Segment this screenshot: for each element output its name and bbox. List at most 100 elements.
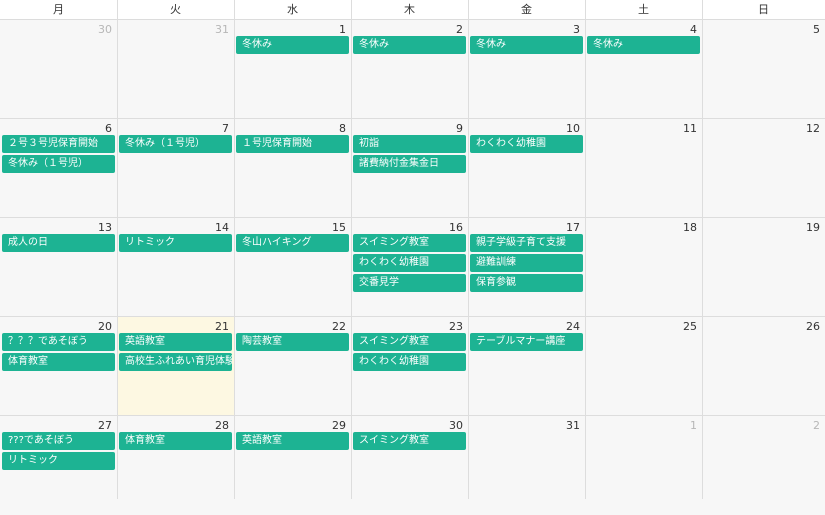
day-cell[interactable]: 27 ???であそぼう リトミック [0, 416, 117, 515]
calendar-event[interactable]: スイミング教室 [353, 333, 466, 351]
day-cell[interactable]: 1 [585, 416, 702, 515]
day-cell[interactable]: 17 親子学級子育て支援 避難訓練 保育参観 [468, 218, 585, 317]
day-number[interactable]: 12 [806, 122, 820, 135]
day-cell[interactable]: 23 スイミング教室 わくわく幼稚園 [351, 317, 468, 416]
day-number[interactable]: 30 [98, 23, 112, 36]
calendar-event[interactable]: ？？？であそぼう [2, 333, 115, 351]
day-cell[interactable]: 29 英語教室 [234, 416, 351, 515]
day-cell[interactable]: 16 スイミング教室 わくわく幼稚園 交番見学 [351, 218, 468, 317]
day-cell[interactable]: 9 初詣諸費納付金集金日 [351, 119, 468, 218]
day-cell[interactable]: 8 １号児保育開始 [234, 119, 351, 218]
day-cell[interactable]: 31 [468, 416, 585, 515]
day-number[interactable]: 15 [332, 221, 346, 234]
day-number[interactable]: 18 [683, 221, 697, 234]
calendar-event[interactable]: 高校生ふれあい育児体験 [119, 353, 232, 371]
calendar-event[interactable]: リトミック [2, 452, 115, 470]
day-number[interactable]: 20 [98, 320, 112, 333]
calendar-event[interactable]: 親子学級子育て支援 [470, 234, 583, 252]
day-number[interactable]: 11 [683, 122, 697, 135]
day-cell[interactable]: 21 英語教室高校生ふれあい育児体験 [117, 317, 234, 416]
day-number[interactable]: 8 [339, 122, 346, 135]
day-number[interactable]: 1 [690, 419, 697, 432]
calendar-event[interactable]: スイミング教室 [353, 432, 466, 450]
day-cell[interactable]: 24 テーブルマナー講座 [468, 317, 585, 416]
day-cell[interactable]: 11 [585, 119, 702, 218]
calendar-event[interactable]: 冬休み [236, 36, 349, 54]
calendar-event[interactable]: 冬山ハイキング [236, 234, 349, 252]
day-number[interactable]: 28 [215, 419, 229, 432]
day-number[interactable]: 22 [332, 320, 346, 333]
day-cell[interactable]: 14 リトミック [117, 218, 234, 317]
calendar-event[interactable]: 冬休み（１号児） [119, 135, 232, 153]
day-cell[interactable]: 1 冬休み [234, 20, 351, 119]
calendar-event[interactable]: 保育参観 [470, 274, 583, 292]
calendar-event[interactable]: 英語教室 [236, 432, 349, 450]
day-number[interactable]: 7 [222, 122, 229, 135]
day-number[interactable]: 25 [683, 320, 697, 333]
calendar-event[interactable]: スイミング教室 [353, 234, 466, 252]
calendar-event[interactable]: ２号３号児保育開始 [2, 135, 115, 153]
day-cell[interactable]: 12 [702, 119, 825, 218]
calendar-event[interactable]: わくわく幼稚園 [353, 353, 466, 371]
day-number[interactable]: 3 [573, 23, 580, 36]
day-cell[interactable]: 19 [702, 218, 825, 317]
calendar-event[interactable]: 冬休み [587, 36, 700, 54]
day-number[interactable]: 2 [456, 23, 463, 36]
day-number[interactable]: 19 [806, 221, 820, 234]
day-cell[interactable]: 7 冬休み（１号児） [117, 119, 234, 218]
day-number[interactable]: 10 [566, 122, 580, 135]
calendar-event[interactable]: 冬休み（１号児） [2, 155, 115, 173]
calendar-event[interactable]: 諸費納付金集金日 [353, 155, 466, 173]
calendar-event[interactable]: 避難訓練 [470, 254, 583, 272]
day-number[interactable]: 6 [105, 122, 112, 135]
day-cell[interactable]: 25 [585, 317, 702, 416]
day-number[interactable]: 31 [566, 419, 580, 432]
calendar-event[interactable]: 冬休み [470, 36, 583, 54]
day-number[interactable]: 26 [806, 320, 820, 333]
day-cell[interactable]: 18 [585, 218, 702, 317]
day-cell[interactable]: 28 体育教室 [117, 416, 234, 515]
calendar-event[interactable]: テーブルマナー講座 [470, 333, 583, 351]
day-number[interactable]: 13 [98, 221, 112, 234]
day-cell[interactable]: 30 スイミング教室 [351, 416, 468, 515]
day-cell[interactable]: 4 冬休み [585, 20, 702, 119]
calendar-event[interactable]: 体育教室 [119, 432, 232, 450]
calendar-event[interactable]: 英語教室 [119, 333, 232, 351]
day-number[interactable]: 2 [813, 419, 820, 432]
calendar-event[interactable]: ???であそぼう [2, 432, 115, 450]
day-number[interactable]: 29 [332, 419, 346, 432]
day-cell[interactable]: 13 成人の日 [0, 218, 117, 317]
day-number[interactable]: 30 [449, 419, 463, 432]
day-number[interactable]: 24 [566, 320, 580, 333]
day-cell[interactable]: 15 冬山ハイキング [234, 218, 351, 317]
day-cell[interactable]: 10 わくわく幼稚園 [468, 119, 585, 218]
day-number[interactable]: 5 [813, 23, 820, 36]
day-number[interactable]: 23 [449, 320, 463, 333]
day-number[interactable]: 27 [98, 419, 112, 432]
calendar-event[interactable]: 冬休み [353, 36, 466, 54]
day-number[interactable]: 16 [449, 221, 463, 234]
day-cell[interactable]: 26 [702, 317, 825, 416]
day-cell[interactable]: 5 [702, 20, 825, 119]
day-number[interactable]: 31 [215, 23, 229, 36]
calendar-event[interactable]: 陶芸教室 [236, 333, 349, 351]
calendar-event[interactable]: 成人の日 [2, 234, 115, 252]
day-cell[interactable]: 30 [0, 20, 117, 119]
day-cell[interactable]: 20 ？？？であそぼう 体育教室 [0, 317, 117, 416]
day-number[interactable]: 1 [339, 23, 346, 36]
day-cell[interactable]: 2 [702, 416, 825, 515]
calendar-event[interactable]: リトミック [119, 234, 232, 252]
day-cell[interactable]: 22 陶芸教室 [234, 317, 351, 416]
day-cell[interactable]: 31 [117, 20, 234, 119]
day-number[interactable]: 9 [456, 122, 463, 135]
day-cell[interactable]: 3 冬休み [468, 20, 585, 119]
calendar-event[interactable]: 初詣 [353, 135, 466, 153]
day-cell[interactable]: 6 ２号３号児保育開始 冬休み（１号児） [0, 119, 117, 218]
day-number[interactable]: 4 [690, 23, 697, 36]
calendar-event[interactable]: 体育教室 [2, 353, 115, 371]
calendar-event[interactable]: 交番見学 [353, 274, 466, 292]
day-number[interactable]: 21 [215, 320, 229, 333]
calendar-event[interactable]: １号児保育開始 [236, 135, 349, 153]
calendar-event[interactable]: わくわく幼稚園 [470, 135, 583, 153]
day-number[interactable]: 14 [215, 221, 229, 234]
